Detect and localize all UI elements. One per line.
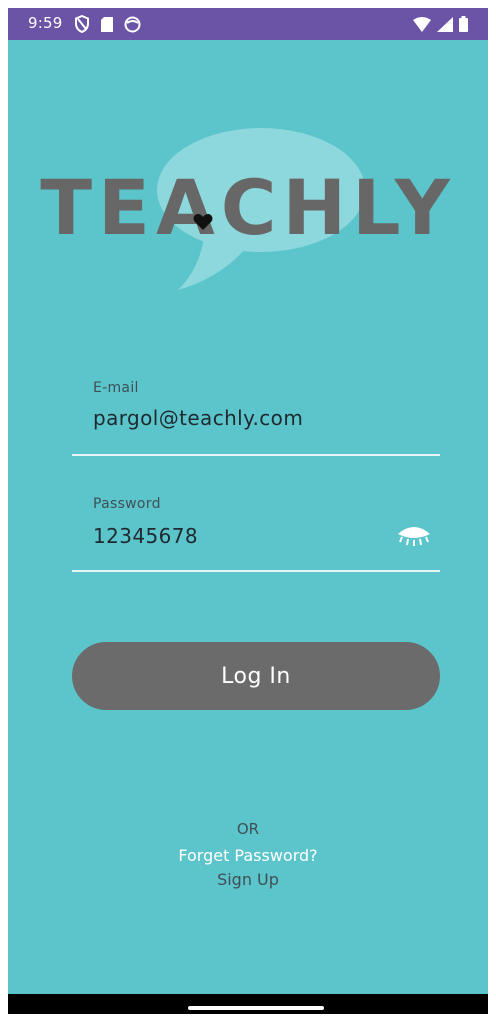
status-time: 9:59 [28, 14, 63, 32]
battery-icon [459, 16, 468, 36]
status-right-icons [413, 16, 468, 36]
home-indicator[interactable] [188, 1006, 324, 1010]
password-underline [72, 570, 440, 572]
password-field[interactable]: Password 12345678 [72, 492, 440, 574]
sign-up-link[interactable]: Sign Up [8, 870, 488, 889]
email-input[interactable]: pargol@teachly.com [93, 406, 303, 430]
login-screen: 9:59 TEACHLY E-mail pargol@teachly.com P… [8, 8, 488, 1014]
status-left-icons [74, 14, 141, 37]
shield-icon [74, 14, 90, 37]
status-bar: 9:59 [8, 8, 488, 40]
sd-card-icon [100, 16, 114, 37]
wifi-icon [413, 16, 431, 36]
email-field[interactable]: E-mail pargol@teachly.com [72, 376, 440, 458]
login-button[interactable]: Log In [72, 642, 440, 710]
eye-closed-icon[interactable] [394, 526, 434, 552]
password-input[interactable]: 12345678 [93, 524, 198, 548]
email-underline [72, 454, 440, 456]
forgot-password-link[interactable]: Forget Password? [8, 846, 488, 865]
cell-signal-icon [437, 16, 453, 36]
password-label: Password [93, 496, 161, 512]
face-icon [124, 16, 141, 37]
or-separator: OR [236, 820, 260, 838]
heart-icon [193, 214, 213, 230]
email-label: E-mail [93, 380, 139, 396]
logo-text: TEACHLY [40, 163, 456, 252]
navigation-bar [8, 994, 488, 1014]
